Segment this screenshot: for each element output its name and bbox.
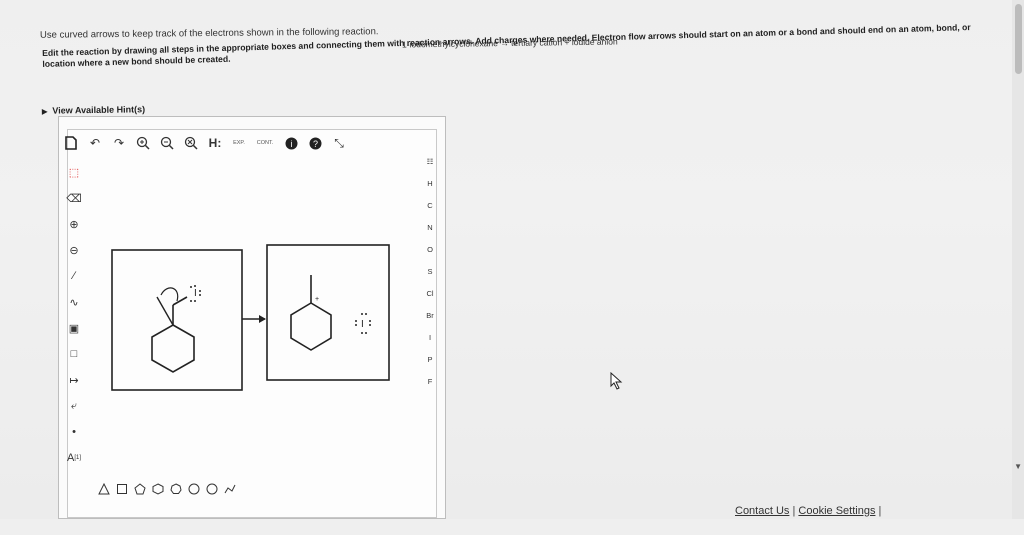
element-br[interactable]: Br bbox=[420, 305, 440, 327]
hexagon-ring-icon[interactable] bbox=[152, 483, 164, 495]
new-document-icon[interactable] bbox=[63, 135, 79, 151]
scroll-thumb[interactable] bbox=[1015, 4, 1022, 74]
curved-electron-arrow bbox=[160, 287, 179, 302]
octagon-ring-icon[interactable] bbox=[188, 483, 200, 495]
eraser-icon[interactable]: ⌫ bbox=[63, 187, 85, 209]
editor-toolbar: ↶ ↷ H: EXP. CONT. i ? ⤡ bbox=[63, 135, 347, 151]
c-i-bond bbox=[172, 296, 188, 306]
iodide-anion-label: I bbox=[361, 319, 364, 330]
positive-charge-icon[interactable]: ⊕ bbox=[63, 213, 85, 235]
reaction-arrow-head bbox=[259, 315, 266, 323]
zoom-in-icon[interactable] bbox=[135, 135, 151, 151]
hydrogen-toggle-button[interactable]: H: bbox=[207, 135, 223, 151]
zoom-out-icon[interactable] bbox=[159, 135, 175, 151]
scroll-down-icon[interactable]: ▼ bbox=[1014, 462, 1022, 471]
footer-separator-2: | bbox=[878, 505, 882, 517]
element-palette: ☷ H C N O S Cl Br I P F bbox=[420, 151, 440, 393]
fullscreen-icon[interactable]: ⤡ bbox=[331, 135, 347, 151]
periodic-table-icon[interactable]: ☷ bbox=[420, 151, 440, 173]
element-cl[interactable]: Cl bbox=[420, 283, 440, 305]
reactant-cyclohexane bbox=[151, 324, 195, 373]
triangle-right-icon: ▶ bbox=[41, 108, 48, 116]
reaction-arrow-icon[interactable]: ↦ bbox=[63, 369, 85, 391]
mouse-cursor-icon bbox=[609, 371, 623, 395]
editor-sidebar: ⬚ ⌫ ⊕ ⊖ ∕ ∿ ▣ □ ↦ ⤶ • A [1] bbox=[63, 161, 85, 473]
chair-conformation-icon[interactable] bbox=[224, 483, 236, 495]
curved-arrow-icon[interactable]: ⤶ bbox=[63, 395, 85, 417]
page-scrollbar[interactable]: ▼ bbox=[1012, 0, 1024, 519]
cation-charge: + bbox=[315, 296, 319, 303]
zoom-reset-icon[interactable] bbox=[183, 135, 199, 151]
contact-us-link[interactable]: Contact Us bbox=[735, 505, 789, 517]
element-p[interactable]: P bbox=[420, 349, 440, 371]
methyl-bond bbox=[156, 296, 174, 326]
atom-label-superscript: [1] bbox=[74, 455, 81, 461]
element-f[interactable]: F bbox=[420, 371, 440, 393]
box-tool-icon[interactable]: □ bbox=[63, 343, 85, 365]
square-ring-icon[interactable] bbox=[116, 483, 128, 495]
single-bond-icon[interactable]: ∕ bbox=[63, 265, 85, 287]
structure-editor[interactable]: ↶ ↷ H: EXP. CONT. i ? ⤡ ⬚ ⌫ ⊕ ⊖ ∕ ∿ ▣ □ … bbox=[58, 116, 446, 519]
undo-icon[interactable]: ↶ bbox=[87, 135, 103, 151]
redo-icon[interactable]: ↷ bbox=[111, 135, 127, 151]
ring-templates bbox=[98, 483, 236, 495]
selection-tool-icon[interactable]: ⬚ bbox=[63, 161, 85, 183]
contract-button[interactable]: CONT. bbox=[255, 135, 275, 151]
help-icon[interactable]: ? bbox=[307, 135, 323, 151]
large-ring-icon[interactable] bbox=[206, 483, 218, 495]
element-i[interactable]: I bbox=[420, 327, 440, 349]
view-hints-toggle[interactable]: ▶ View Available Hint(s) bbox=[42, 104, 145, 115]
hint-label: View Available Hint(s) bbox=[52, 104, 146, 116]
svg-text:i: i bbox=[290, 139, 292, 149]
pentagon-ring-icon[interactable] bbox=[134, 483, 146, 495]
heptagon-ring-icon[interactable] bbox=[170, 483, 182, 495]
element-o[interactable]: O bbox=[420, 239, 440, 261]
atom-label-tool[interactable]: A [1] bbox=[63, 447, 85, 469]
svg-text:?: ? bbox=[312, 139, 317, 149]
iodine-atom-label: I bbox=[194, 288, 197, 299]
chain-tool-icon[interactable]: ∿ bbox=[63, 291, 85, 313]
tertiary-cation-ring bbox=[290, 302, 332, 351]
template-icon[interactable]: ▣ bbox=[63, 317, 85, 339]
negative-charge-icon[interactable]: ⊖ bbox=[63, 239, 85, 261]
element-s[interactable]: S bbox=[420, 261, 440, 283]
question-text: Use curved arrows to keep track of the e… bbox=[39, 26, 379, 41]
element-n[interactable]: N bbox=[420, 217, 440, 239]
triangle-ring-icon[interactable] bbox=[98, 483, 110, 495]
element-h[interactable]: H bbox=[420, 173, 440, 195]
cookie-settings-link[interactable]: Cookie Settings bbox=[798, 505, 875, 517]
electron-dot-icon[interactable]: • bbox=[63, 421, 85, 443]
expand-button[interactable]: EXP. bbox=[231, 135, 247, 151]
footer: Contact Us | Cookie Settings | bbox=[735, 505, 881, 517]
atom-label-text: A bbox=[66, 452, 75, 464]
footer-separator: | bbox=[792, 505, 796, 517]
element-c[interactable]: C bbox=[420, 195, 440, 217]
info-icon[interactable]: i bbox=[283, 135, 299, 151]
